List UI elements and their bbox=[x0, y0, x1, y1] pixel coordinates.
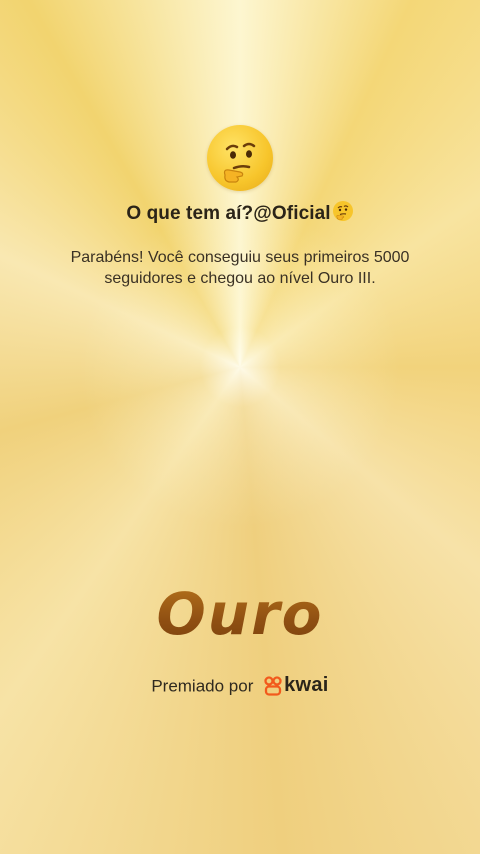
congratulations-message: Parabéns! Você conseguiu seus primeiros … bbox=[50, 247, 430, 289]
kwai-wordmark: kwai bbox=[284, 674, 329, 696]
thinking-face-icon bbox=[332, 200, 354, 228]
level-name: Ouro bbox=[0, 580, 480, 648]
message-line-2: seguidores e chegou ao nível Ouro III. bbox=[104, 270, 376, 287]
kwai-logo-icon bbox=[264, 675, 282, 696]
profile-title-row: O que tem aí?@Oficial bbox=[0, 200, 480, 228]
thinking-face-icon bbox=[223, 142, 256, 183]
profile-title: O que tem aí?@Oficial bbox=[126, 203, 331, 224]
awarded-by-footer: Premiado por kwai bbox=[0, 674, 480, 697]
message-line-1: Parabéns! Você conseguiu seus primeiros … bbox=[70, 249, 410, 266]
profile-avatar bbox=[207, 125, 273, 191]
awarded-by-label: Premiado por bbox=[151, 676, 254, 696]
kwai-brand: kwai bbox=[264, 674, 329, 697]
